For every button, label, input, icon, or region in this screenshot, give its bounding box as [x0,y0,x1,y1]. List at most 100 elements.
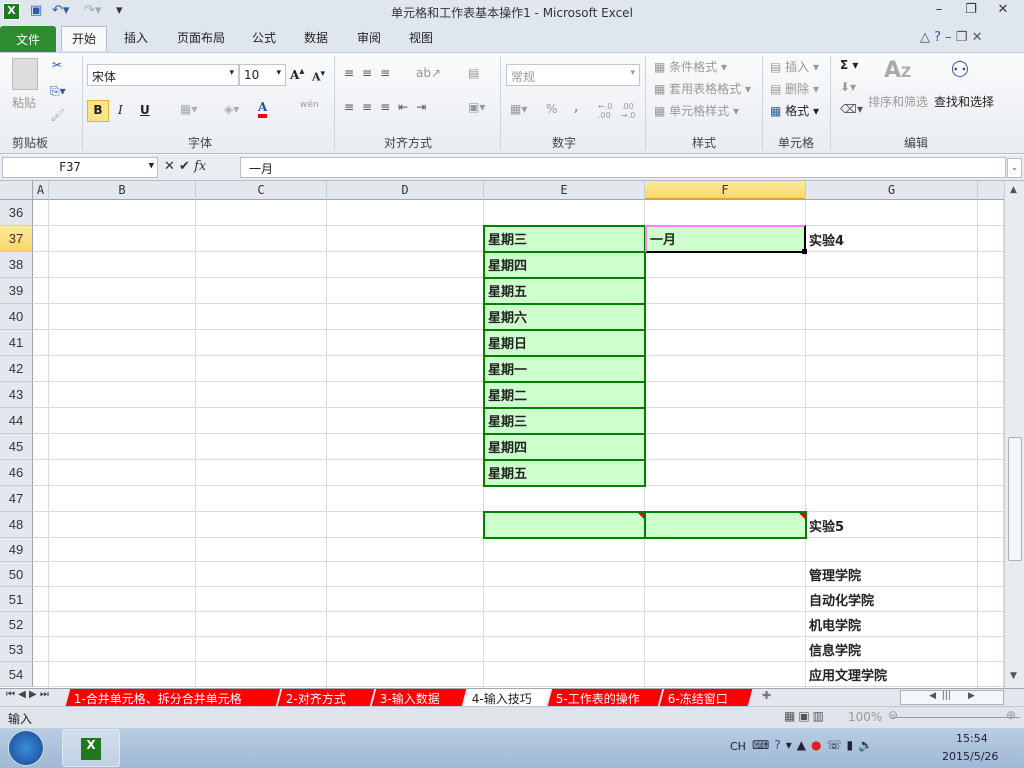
row-header-47[interactable]: 47 [0,486,33,512]
formula-input[interactable]: 一月 [240,157,1006,178]
wrap-text-icon[interactable]: ▤ [468,66,479,80]
cell-E37[interactable]: 星期三 [483,225,646,253]
cell-E48[interactable] [483,511,646,539]
format-cells-button[interactable]: ▦ 格式 ▾ [770,102,819,119]
clock-time[interactable]: 15:54 [956,732,988,745]
merge-center-icon[interactable]: ▣▾ [468,100,485,114]
insert-sheet-icon[interactable]: ✚ [762,689,771,702]
row-header-40[interactable]: 40 [0,304,33,330]
view-buttons[interactable]: ▦▣▥ [784,709,827,723]
column-header-E[interactable]: E [484,181,645,200]
cell-E45[interactable]: 星期四 [483,433,646,461]
increase-font-icon[interactable]: A▴ [290,66,304,82]
cell-G51[interactable]: 自动化学院 [806,587,978,612]
cell-E41[interactable]: 星期日 [483,329,646,357]
row-header-36[interactable]: 36 [0,200,33,226]
tab-page-layout[interactable]: 页面布局 [167,26,235,51]
help-icon[interactable]: ? [934,30,941,45]
row-header-45[interactable]: 45 [0,434,33,460]
format-painter-icon[interactable]: 🖌 [50,108,65,122]
zoom-in-icon[interactable]: ⊕ [1006,708,1016,722]
sheet-tab-2[interactable]: 2-对齐方式 [277,689,375,706]
cell-E39[interactable]: 星期五 [483,277,646,305]
horizontal-scrollbar[interactable]: ◀ ||| ▶ [900,690,1004,705]
row-header-48[interactable]: 48 [0,512,33,538]
row-header-42[interactable]: 42 [0,356,33,382]
decrease-decimal-button[interactable]: .00 →.0 [621,102,641,120]
cell-G54[interactable]: 应用文理学院 [806,662,978,687]
percent-button[interactable]: % [546,102,557,116]
row-header-51[interactable]: 51 [0,587,33,612]
vertical-align-icons[interactable]: ≡≡≡ [344,66,398,80]
tab-formulas[interactable]: 公式 [242,26,286,51]
name-box[interactable]: F37 ▼ [2,157,158,178]
number-format-select[interactable]: 常规 ▾ [506,64,640,86]
cell-styles-button[interactable]: ▦ 单元格样式 ▾ [654,102,739,119]
row-header-41[interactable]: 41 [0,330,33,356]
row-header-44[interactable]: 44 [0,408,33,434]
format-as-table-button[interactable]: ▦ 套用表格格式 ▾ [654,80,751,97]
start-button[interactable] [8,730,44,766]
cut-icon[interactable]: ✂ [52,58,62,72]
zoom-out-icon[interactable]: ⊖ [888,708,898,722]
column-header-F[interactable]: F [645,181,806,200]
column-header-C[interactable]: C [196,181,327,200]
row-header-46[interactable]: 46 [0,460,33,486]
insert-function-button[interactable]: fx [194,159,206,174]
increase-decimal-button[interactable]: ←.0 .00 [598,102,618,120]
fill-icon[interactable]: ⬇▾ [840,80,856,94]
cell-G52[interactable]: 机电学院 [806,612,978,637]
horizontal-align-icons[interactable]: ≡≡≡⇤⇥ [344,100,434,114]
underline-button[interactable]: U [140,103,150,117]
delete-cells-button[interactable]: ▤ 删除 ▾ [770,80,819,97]
sheet-tab-4[interactable]: 4-输入技巧 [463,689,551,706]
cell-E42[interactable]: 星期一 [483,355,646,383]
clear-icon[interactable]: ⌫▾ [840,102,863,116]
find-select-button[interactable]: 查找和选择 [934,93,994,110]
expand-formula-bar-button[interactable]: ⌄ [1007,158,1022,178]
cell-E44[interactable]: 星期三 [483,407,646,435]
taskbar-excel-button[interactable]: X [62,729,120,767]
sheet-tab-6[interactable]: 6-冻结窗口 [659,689,753,706]
tab-review[interactable]: 审阅 [347,26,391,51]
cell-F37-active[interactable]: 一月 [645,225,806,253]
sheet-tab-3[interactable]: 3-输入数据 [371,689,467,706]
cell-G50[interactable]: 管理学院 [806,562,978,587]
column-header-B[interactable]: B [49,181,196,200]
tab-view[interactable]: 视图 [399,26,443,51]
phonetic-button[interactable]: wén [300,100,319,110]
row-header-38[interactable]: 38 [0,252,33,278]
cell-F48[interactable] [644,511,807,539]
cell-E38[interactable]: 星期四 [483,251,646,279]
currency-icon[interactable]: ▦▾ [510,102,527,116]
cell-E43[interactable]: 星期二 [483,381,646,409]
decrease-font-icon[interactable]: A▾ [312,68,325,84]
tab-file[interactable]: 文件 [0,26,56,52]
cancel-icon[interactable]: ✕ [164,159,175,174]
fill-color-icon[interactable]: ◈▾ [224,102,239,116]
italic-button[interactable]: I [118,103,123,117]
restore-button[interactable]: ❐ [958,2,984,20]
row-header-52[interactable]: 52 [0,612,33,637]
font-name-select[interactable]: 宋体 ▾ [87,64,239,86]
row-header-37[interactable]: 37 [0,226,33,252]
conditional-format-button[interactable]: ▦ 条件格式 ▾ [654,58,727,75]
language-indicator[interactable]: CH [730,740,746,753]
autosum-button[interactable]: Σ ▾ [840,58,858,72]
scrollbar-thumb[interactable] [1008,437,1022,561]
row-header-50[interactable]: 50 [0,562,33,587]
ribbon-controls[interactable]: △ ? – ❐ ✕ [920,30,983,45]
bold-button[interactable]: B [87,100,109,122]
column-header-A[interactable]: A [33,181,49,200]
column-header-G[interactable]: G [806,181,978,200]
enter-icon[interactable]: ✔ [179,159,190,174]
zoom-level[interactable]: 100% [848,710,882,724]
scroll-up-icon[interactable]: ▲ [1010,185,1017,195]
cell-G37[interactable]: 实验4 [806,226,978,252]
tab-insert[interactable]: 插入 [114,26,158,51]
font-size-select[interactable]: 10 ▾ [239,64,286,86]
scroll-down-icon[interactable]: ▼ [1010,671,1017,681]
copy-icon[interactable]: ⎘▾ [50,84,66,99]
comma-button[interactable]: , [574,100,579,114]
paste-button[interactable]: 粘贴 [12,94,36,111]
